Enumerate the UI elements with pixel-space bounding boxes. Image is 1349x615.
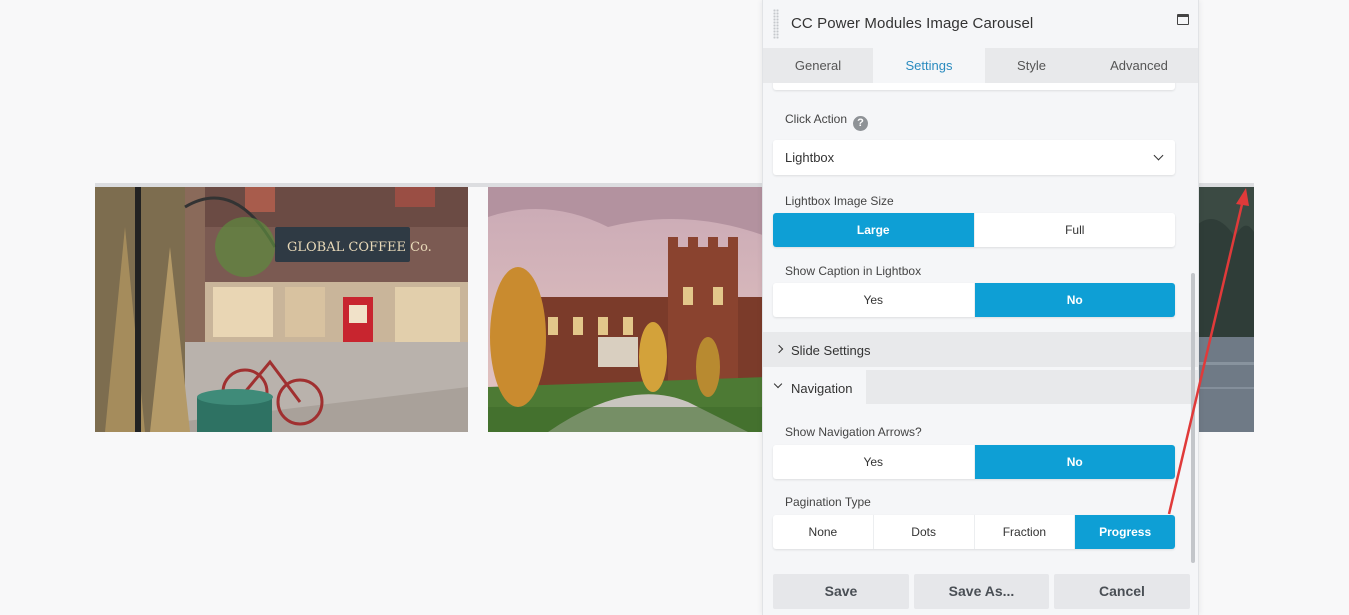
tab-settings[interactable]: Settings: [873, 48, 985, 83]
lightbox-image-size-label: Lightbox Image Size: [785, 194, 894, 208]
tab-style[interactable]: Style: [985, 48, 1078, 83]
show-navigation-arrows-group: Yes No: [773, 445, 1175, 479]
previous-field: [773, 83, 1175, 90]
click-action-label-text: Click Action: [785, 112, 848, 126]
save-as-button[interactable]: Save As...: [914, 574, 1049, 609]
slide-settings-section[interactable]: Slide Settings: [763, 332, 1198, 367]
maximize-icon[interactable]: [1177, 14, 1189, 25]
panel-title: CC Power Modules Image Carousel: [791, 15, 1034, 32]
lightbox-image-size-group: Large Full: [773, 213, 1175, 247]
show-caption-group: Yes No: [773, 283, 1175, 317]
nav-arrows-no-button[interactable]: No: [974, 445, 1175, 479]
chevron-down-icon: [1153, 150, 1164, 161]
pagination-type-group: None Dots Fraction Progress: [773, 515, 1175, 549]
carousel-slide-coffee-shop[interactable]: GLOBAL COFFEE Co.: [95, 187, 468, 432]
lightbox-size-full-button[interactable]: Full: [975, 213, 1176, 247]
click-action-select[interactable]: Lightbox: [773, 140, 1175, 175]
click-action-value: Lightbox: [785, 150, 835, 165]
show-caption-no-button[interactable]: No: [974, 283, 1175, 317]
tab-general[interactable]: General: [763, 48, 873, 83]
settings-panel: CC Power Modules Image Carousel General …: [762, 0, 1199, 615]
show-caption-label: Show Caption in Lightbox: [785, 264, 922, 278]
chevron-right-icon: [774, 344, 784, 354]
settings-scroll-area[interactable]: Click Action? Lightbox Lightbox Image Si…: [763, 83, 1198, 565]
panel-header: CC Power Modules Image Carousel: [763, 0, 1198, 48]
navigation-label: Navigation: [791, 381, 853, 396]
nav-arrows-yes-button[interactable]: Yes: [773, 445, 975, 479]
panel-footer: Save Save As... Cancel: [763, 565, 1198, 615]
click-action-label: Click Action?: [785, 112, 869, 131]
show-caption-yes-button[interactable]: Yes: [773, 283, 975, 317]
pagination-type-label: Pagination Type: [785, 495, 871, 509]
show-navigation-arrows-label: Show Navigation Arrows?: [785, 425, 922, 439]
help-icon[interactable]: ?: [853, 116, 869, 131]
save-button[interactable]: Save: [773, 574, 909, 609]
pagination-none-button[interactable]: None: [773, 515, 874, 549]
pagination-progress-button[interactable]: Progress: [1075, 515, 1175, 549]
tab-advanced[interactable]: Advanced: [1078, 48, 1198, 83]
pagination-dots-button[interactable]: Dots: [874, 515, 975, 549]
carousel-slide-river[interactable]: [1195, 187, 1254, 432]
lightbox-size-large-button[interactable]: Large: [773, 213, 975, 247]
navigation-section[interactable]: Navigation: [763, 370, 1198, 404]
pagination-fraction-button[interactable]: Fraction: [975, 515, 1076, 549]
cancel-button[interactable]: Cancel: [1054, 574, 1190, 609]
svg-text:GLOBAL COFFEE Co.: GLOBAL COFFEE Co.: [287, 240, 432, 255]
panel-tabs: General Settings Style Advanced: [763, 48, 1198, 83]
carousel-slide-brick-building[interactable]: [488, 187, 768, 432]
slide-settings-label: Slide Settings: [791, 343, 871, 358]
drag-handle-icon[interactable]: [773, 9, 779, 39]
scrollbar-thumb[interactable]: [1191, 273, 1195, 563]
